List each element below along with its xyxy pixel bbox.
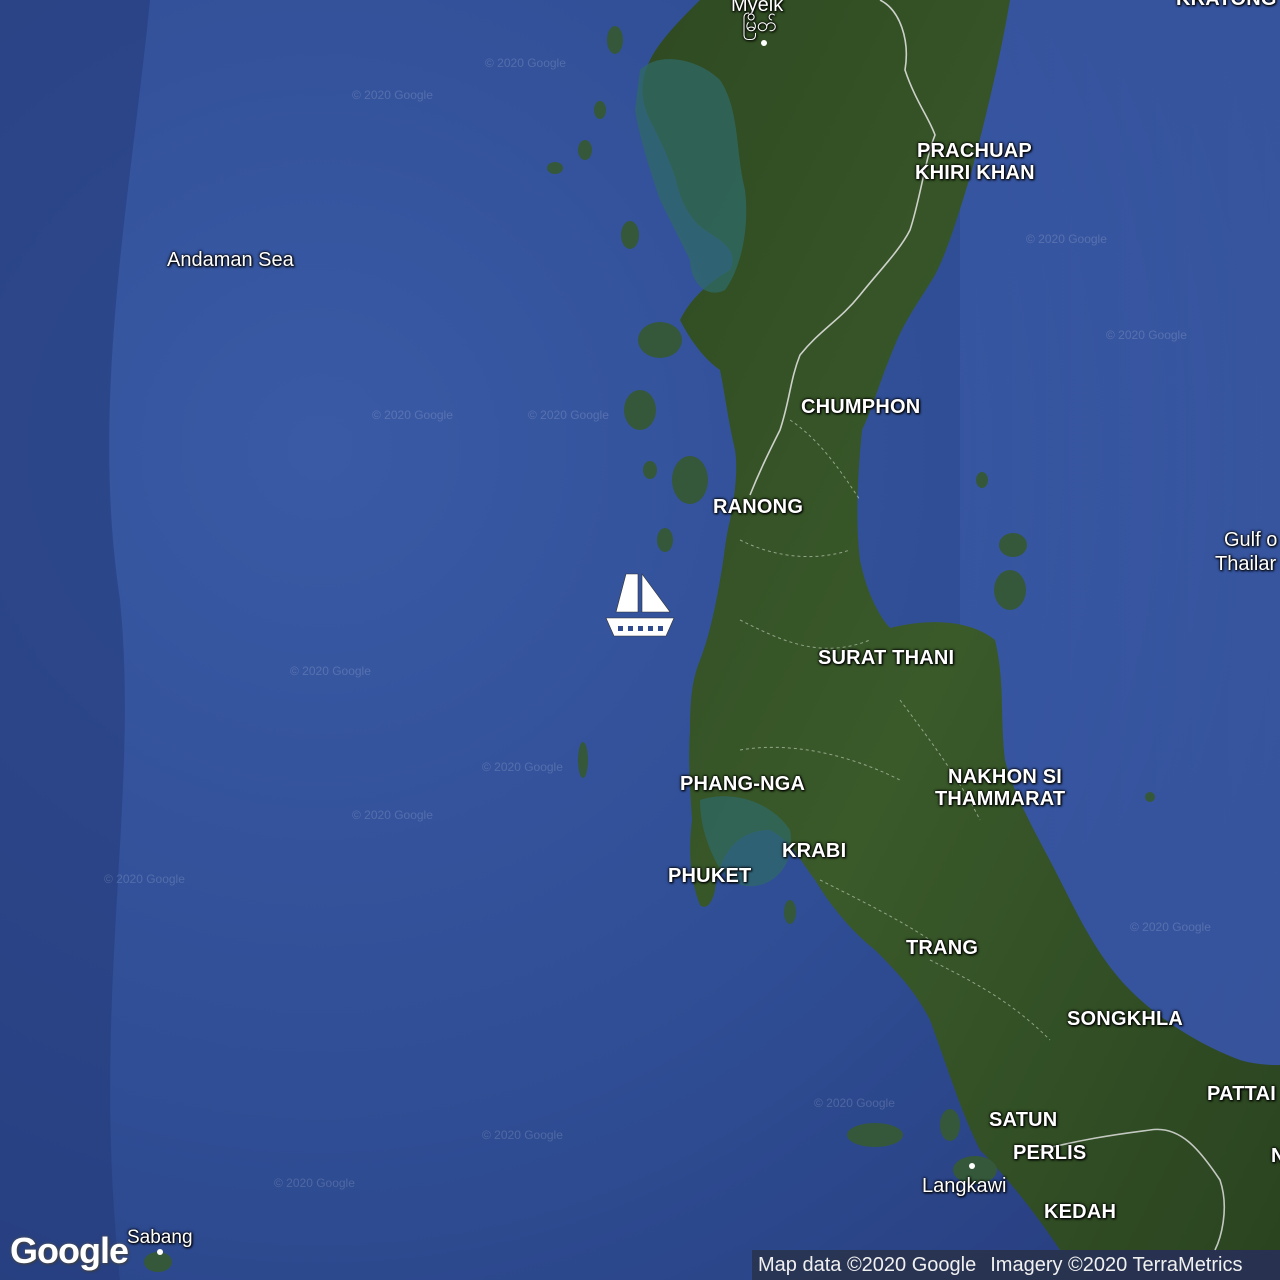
phuket-label[interactable]: PHUKET <box>668 865 751 887</box>
langkawi-label[interactable]: Langkawi <box>922 1175 1007 1197</box>
phang-nga-label[interactable]: PHANG-NGA <box>680 773 805 795</box>
map-watermark: © 2020 Google <box>274 1176 355 1190</box>
nakhon-si-thammarat-label-line2[interactable]: THAMMARAT <box>935 788 1065 810</box>
gulf-of-thailand-label-line1[interactable]: Gulf o <box>1224 528 1277 552</box>
imagery-attribution[interactable]: Imagery ©2020 TerraMetrics <box>990 1250 1242 1280</box>
map-attribution[interactable]: Map data ©2020 Google Imagery ©2020 Terr… <box>752 1250 1280 1280</box>
kratong-label[interactable]: KRATONG <box>1176 0 1277 10</box>
chumphon-label[interactable]: CHUMPHON <box>801 396 920 418</box>
map-watermark: © 2020 Google <box>352 808 433 822</box>
satellite-map[interactable] <box>0 0 1280 1280</box>
google-logo: Google <box>10 1230 129 1271</box>
ranong-label[interactable]: RANONG <box>713 496 803 518</box>
perlis-label[interactable]: PERLIS <box>1013 1142 1086 1164</box>
map-watermark: © 2020 Google <box>290 664 371 678</box>
pattani-label[interactable]: PATTAI <box>1207 1083 1276 1105</box>
myeik-local-label: မြိတ် <box>742 14 777 36</box>
map-watermark: © 2020 Google <box>528 408 609 422</box>
map-watermark: © 2020 Google <box>482 760 563 774</box>
krabi-label[interactable]: KRABI <box>782 840 846 862</box>
map-watermark: © 2020 Google <box>1106 328 1187 342</box>
satun-label[interactable]: SATUN <box>989 1109 1057 1131</box>
gulf-of-thailand-label-line2[interactable]: Thailar <box>1215 552 1276 576</box>
trang-label[interactable]: TRANG <box>906 937 978 959</box>
map-watermark: © 2020 Google <box>1026 232 1107 246</box>
map-watermark: © 2020 Google <box>482 1128 563 1142</box>
prachuap-label-line1[interactable]: PRACHUAP <box>917 140 1032 162</box>
map-watermark: © 2020 Google <box>352 88 433 102</box>
langkawi-town-dot <box>969 1163 975 1169</box>
myeik-city-dot <box>761 40 767 46</box>
map-watermark: © 2020 Google <box>372 408 453 422</box>
surat-thani-label[interactable]: SURAT THANI <box>818 647 954 669</box>
andaman-sea-label[interactable]: Andaman Sea <box>167 248 294 272</box>
nakhon-si-thammarat-label-line1[interactable]: NAKHON SI <box>948 766 1062 788</box>
songkhla-label[interactable]: SONGKHLA <box>1067 1008 1183 1030</box>
prachuap-label-line2[interactable]: KHIRI KHAN <box>915 162 1035 184</box>
sabang-town-dot <box>157 1249 163 1255</box>
sailboat-icon[interactable] <box>604 572 676 640</box>
map-data-attribution[interactable]: Map data ©2020 Google <box>758 1250 976 1280</box>
edge-province-label[interactable]: N <box>1271 1145 1280 1167</box>
sabang-label[interactable]: Sabang <box>127 1227 193 1249</box>
map-watermark: © 2020 Google <box>485 56 566 70</box>
map-watermark: © 2020 Google <box>1130 920 1211 934</box>
kedah-label[interactable]: KEDAH <box>1044 1201 1116 1223</box>
map-watermark: © 2020 Google <box>814 1096 895 1110</box>
map-watermark: © 2020 Google <box>104 872 185 886</box>
